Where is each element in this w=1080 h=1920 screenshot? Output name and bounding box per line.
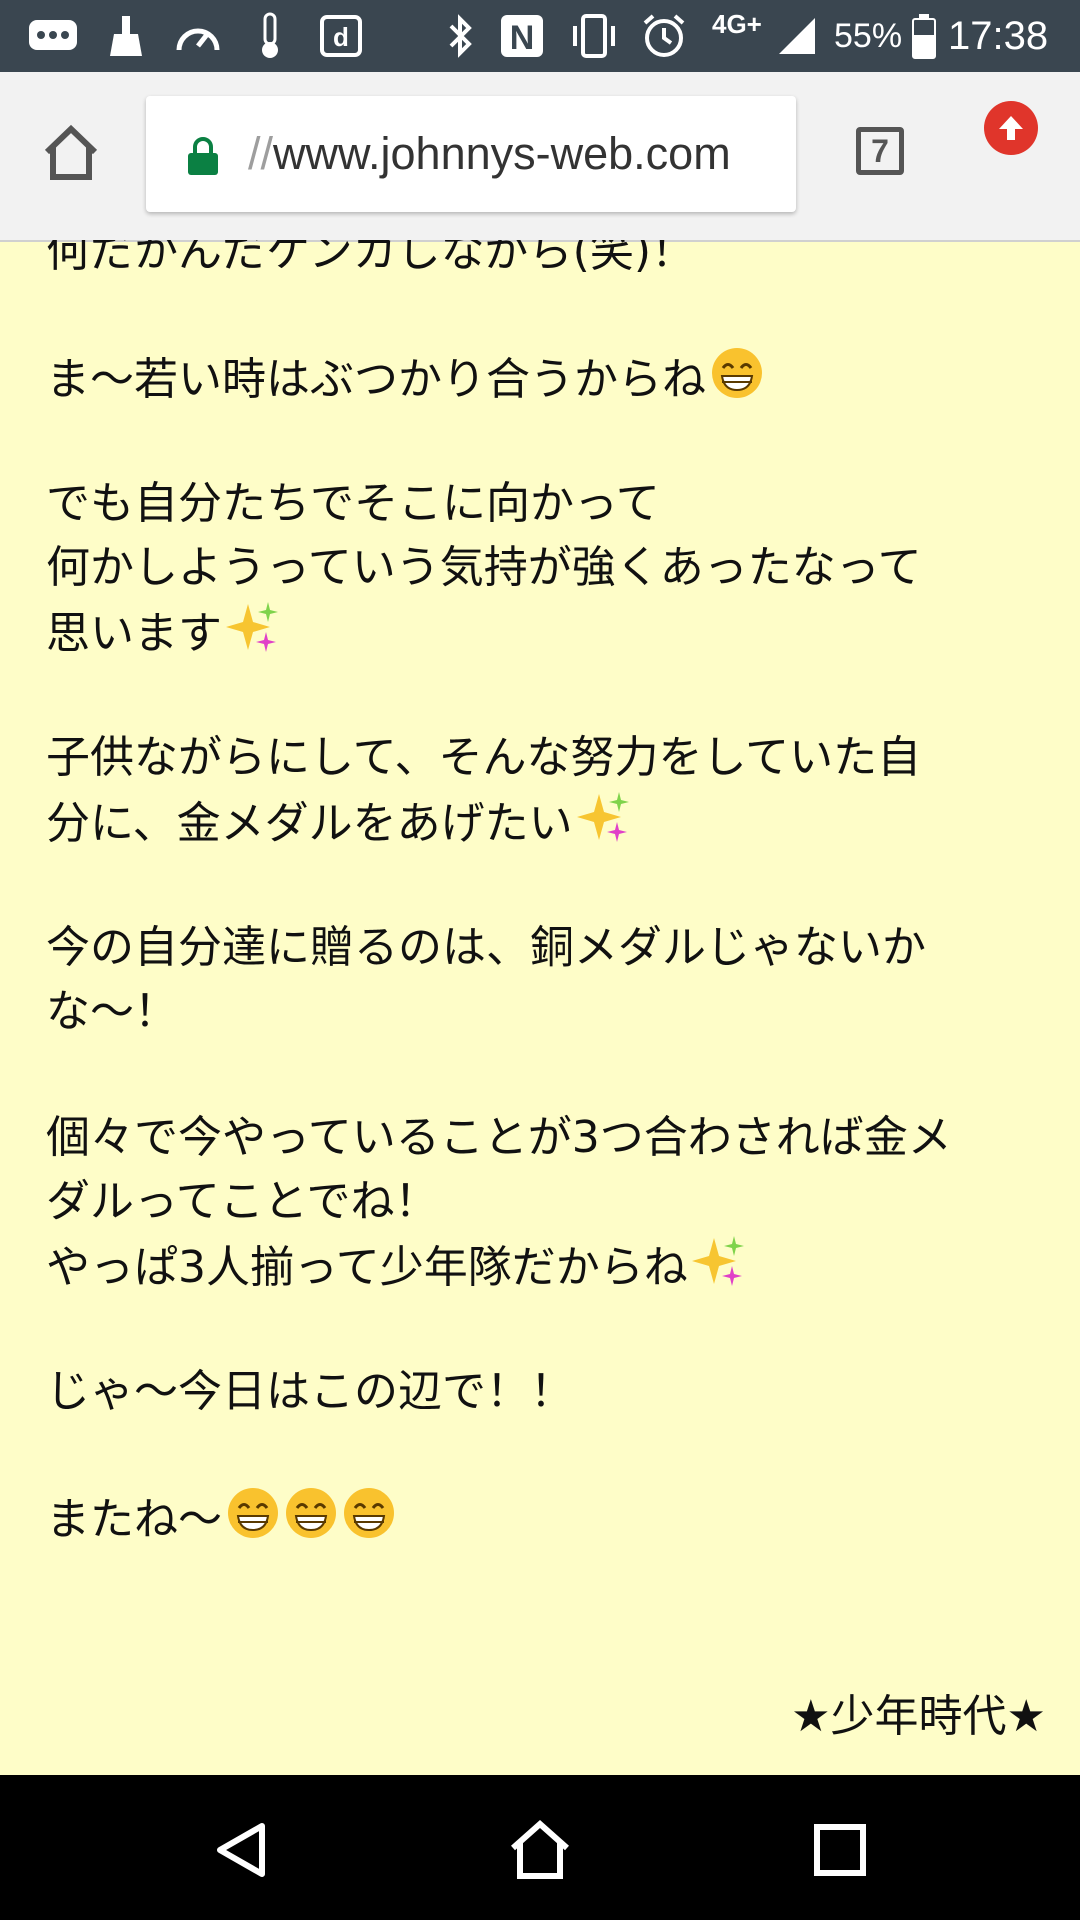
grin-emoji [712, 348, 762, 398]
signal-icon [776, 12, 818, 60]
tab-switcher-button[interactable]: 7 [856, 127, 904, 175]
recents-icon [814, 1824, 866, 1876]
navigation-bar [0, 1775, 1080, 1920]
nfc-icon: N [498, 12, 546, 60]
text-line: な〜！ [46, 986, 178, 1037]
nav-recents-button[interactable] [805, 1815, 875, 1885]
bluetooth-icon [440, 12, 480, 60]
address-bar[interactable]: //www.johnnys-web.com [146, 96, 796, 212]
sparkles-emoji [226, 602, 278, 652]
svg-text:N: N [510, 19, 535, 57]
browser-home-button[interactable] [38, 120, 104, 186]
lock-icon [188, 137, 218, 175]
text-line: 個々で今やっていることが3つ合わされば金メ [46, 1112, 952, 1163]
clock: 17:38 [948, 14, 1049, 58]
text-line: 何だかんだケンカしながら(笑)！ [46, 240, 696, 277]
text-line: 思います [46, 600, 280, 666]
chat-icon [26, 12, 80, 60]
sparkles-emoji [576, 792, 629, 842]
grin-emoji [228, 1488, 278, 1538]
url-scheme: // [248, 128, 274, 179]
status-bar: d N 4G+ 55% 17:38 [0, 0, 1080, 72]
signature: ★少年時代★ [791, 1691, 1046, 1742]
text-line: またね〜 [46, 1486, 396, 1552]
text-line: ま〜若い時はぶつかり合うからね [46, 346, 764, 412]
text-line: じゃ〜今日はこの辺で！！ [46, 1366, 574, 1417]
svg-text:d: d [333, 22, 349, 52]
network-type-label: 4G+ [712, 9, 762, 39]
text-line: やっぱ3人揃って少年隊だからね [46, 1234, 746, 1300]
nav-back-button[interactable] [207, 1815, 277, 1885]
text-line: 何かしようっていう気持が強くあったなって [46, 542, 922, 593]
vibrate-icon [566, 12, 622, 60]
thermometer-icon [252, 12, 288, 60]
blog-content: 何だかんだケンカしながら(笑)！ ま〜若い時はぶつかり合うからね でも自分たちで… [46, 240, 1046, 1775]
text-line: 今の自分達に贈るのは、銅メダルじゃないか [46, 922, 926, 973]
text-line: ダルってことでね！ [46, 1176, 439, 1227]
update-icon [999, 116, 1023, 140]
broom-icon [106, 12, 146, 60]
url-text: //www.johnnys-web.com [248, 96, 731, 212]
battery-percentage: 55% [834, 17, 903, 55]
tab-count: 7 [871, 132, 889, 169]
d-app-icon: d [318, 12, 364, 60]
sparkles-emoji [691, 1236, 744, 1286]
alarm-icon [640, 12, 688, 60]
url-host: www.johnnys-web.com [273, 128, 731, 179]
grin-emoji [286, 1488, 336, 1538]
browser-toolbar: //www.johnnys-web.com 7 [0, 72, 1080, 242]
back-icon [217, 1823, 265, 1877]
text-line: 分に、金メダルをあげたい [46, 790, 631, 856]
speedometer-icon [174, 12, 222, 60]
text-line: 子供ながらにして、そんな努力をしていた自 [46, 732, 922, 783]
grin-emoji [344, 1488, 394, 1538]
update-button[interactable] [984, 101, 1038, 155]
battery-icon [910, 12, 938, 60]
home-icon [511, 1819, 569, 1879]
nav-home-button[interactable] [505, 1815, 575, 1885]
home-icon [44, 124, 98, 180]
text-line: でも自分たちでそこに向かって [46, 478, 660, 529]
